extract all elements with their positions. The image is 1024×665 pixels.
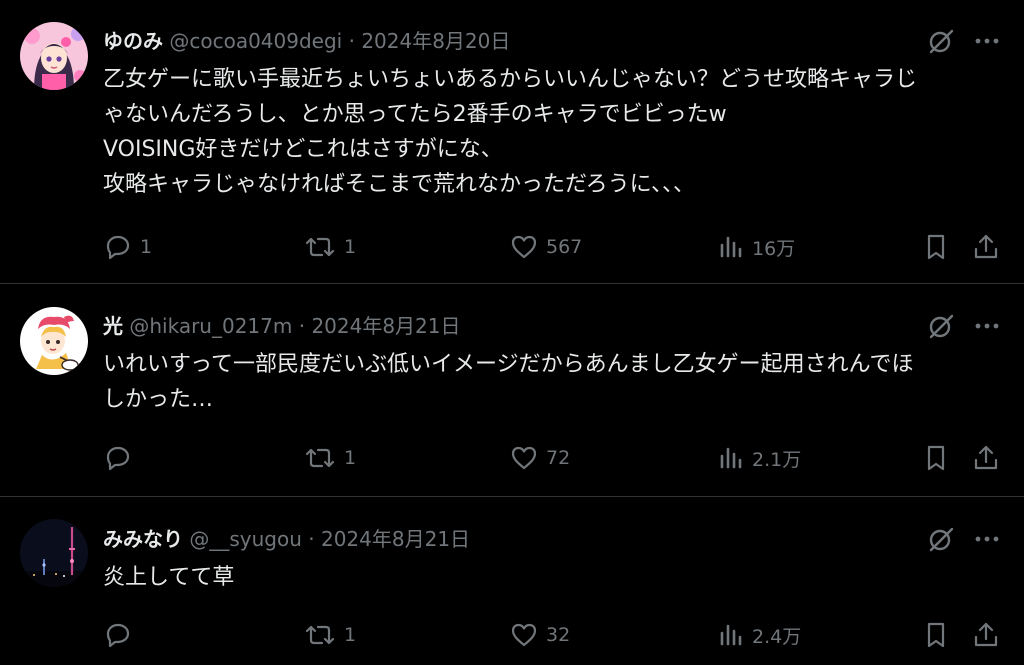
tweet-header: ゆのみ @cocoa0409degi · 2024年8月20日 (103, 28, 510, 54)
bookmark-icon (927, 234, 945, 260)
more-options-icon[interactable] (972, 524, 1002, 554)
repost-count: 1 (344, 447, 357, 469)
like-button[interactable]: 32 (509, 620, 570, 650)
grok-icon[interactable] (926, 524, 956, 554)
tweet-text-line: 乙女ゲーに歌い手最近ちょいちょいあるからいいんじゃない？どうせ攻略キャラじ (103, 67, 918, 92)
avatar[interactable] (20, 519, 88, 587)
like-count: 567 (546, 236, 583, 258)
views-count: 2.4万 (752, 625, 802, 648)
anime-girl-avatar-icon (20, 22, 88, 90)
views-chart-icon (720, 447, 742, 469)
like-count: 32 (546, 624, 571, 646)
share-button[interactable] (971, 232, 1001, 262)
views-count: 2.1万 (752, 448, 802, 471)
bookmark-button[interactable] (921, 232, 951, 262)
share-icon (974, 445, 998, 470)
views-chart-icon (720, 624, 742, 646)
repost-button[interactable]: 1 (303, 443, 356, 473)
tweet-text: いれいすって一部民度だいぶ低いイメージだからあんまし乙女ゲー起用されんでほ しか… (103, 347, 1003, 417)
night-tower-avatar-icon (20, 519, 88, 587)
bookmark-button[interactable] (921, 443, 951, 473)
grok-icon[interactable] (926, 26, 956, 56)
tweet-text-line: 炎上してて草 (103, 565, 235, 590)
display-name[interactable]: みみなり (103, 527, 183, 551)
tweet-header: 光 @hikaru_0217m · 2024年8月21日 (103, 313, 461, 339)
tweet-text-line: ゃないんだろうし、とか思ってたら2番手のキャラでビビったw (103, 102, 727, 127)
heart-icon (511, 623, 537, 647)
views-button[interactable]: 2.4万 (715, 620, 801, 650)
views-button[interactable]: 16万 (715, 232, 795, 262)
tweet-text: 炎上してて草 (103, 560, 1003, 595)
timeline: ゆのみ @cocoa0409degi · 2024年8月20日 乙女ゲーに歌い手… (0, 0, 1024, 665)
tweet-text-line: VOISING好きだけどこれはさすがにな、 (103, 137, 503, 162)
repost-count: 1 (344, 236, 357, 258)
repost-icon (305, 625, 335, 645)
bookmark-icon (927, 445, 945, 471)
separator: · (348, 29, 355, 53)
timestamp[interactable]: 2024年8月20日 (361, 29, 510, 53)
tweet[interactable]: ゆのみ @cocoa0409degi · 2024年8月20日 乙女ゲーに歌い手… (0, 0, 1024, 284)
reply-icon (106, 623, 130, 648)
action-bar: 1 72 2.1万 (103, 443, 1003, 473)
reply-icon (106, 235, 130, 260)
separator: · (308, 527, 315, 551)
tweet[interactable]: 光 @hikaru_0217m · 2024年8月21日 いれいすって一部民度だ… (0, 285, 1024, 497)
tweet-text-line: 攻略キャラじゃなければそこまで荒れなかっただろうに、、、 (103, 172, 696, 197)
like-button[interactable]: 72 (509, 443, 570, 473)
repost-icon (305, 237, 335, 257)
views-count: 16万 (752, 237, 796, 260)
tweet-header: みみなり @__syugou · 2024年8月21日 (103, 526, 470, 552)
grok-icon[interactable] (926, 311, 956, 341)
avatar[interactable] (20, 307, 88, 375)
tweet[interactable]: みみなり @__syugou · 2024年8月21日 炎上してて草 1 32 … (0, 498, 1024, 665)
share-button[interactable] (971, 443, 1001, 473)
views-chart-icon (720, 236, 742, 258)
reply-button[interactable] (103, 443, 140, 473)
tweet-text-line: いれいすって一部民度だいぶ低いイメージだからあんまし乙女ゲー起用されんでほ (103, 352, 914, 377)
like-count: 72 (546, 447, 571, 469)
heart-icon (511, 446, 537, 470)
like-button[interactable]: 567 (509, 232, 582, 262)
bookmark-button[interactable] (921, 620, 951, 650)
handle[interactable]: @hikaru_0217m (129, 314, 292, 338)
share-icon (974, 234, 998, 259)
avatar[interactable] (20, 22, 88, 90)
timestamp[interactable]: 2024年8月21日 (321, 527, 470, 551)
display-name[interactable]: ゆのみ (103, 29, 163, 53)
bookmark-icon (927, 622, 945, 648)
heart-icon (511, 235, 537, 259)
more-options-icon[interactable] (972, 311, 1002, 341)
timestamp[interactable]: 2024年8月21日 (311, 314, 460, 338)
reply-button[interactable]: 1 (103, 232, 152, 262)
repost-button[interactable]: 1 (303, 620, 356, 650)
separator: · (298, 314, 306, 338)
tweet-text-line: しかった… (103, 387, 214, 412)
illustrated-character-avatar-icon (20, 307, 88, 375)
share-button[interactable] (971, 620, 1001, 650)
share-icon (974, 622, 998, 647)
repost-icon (305, 448, 335, 468)
repost-button[interactable]: 1 (303, 232, 356, 262)
display-name[interactable]: 光 (103, 314, 123, 338)
handle[interactable]: @__syugou (189, 527, 302, 551)
reply-count: 1 (140, 236, 153, 258)
reply-icon (106, 446, 130, 471)
handle[interactable]: @cocoa0409degi (169, 29, 342, 53)
tweet-text: 乙女ゲーに歌い手最近ちょいちょいあるからいいんじゃない？どうせ攻略キャラじ ゃな… (103, 62, 1003, 202)
views-button[interactable]: 2.1万 (715, 443, 801, 473)
action-bar: 1 32 2.4万 (103, 620, 1003, 650)
reply-button[interactable] (103, 620, 140, 650)
more-options-icon[interactable] (972, 26, 1002, 56)
action-bar: 1 1 567 16万 (103, 232, 1003, 262)
repost-count: 1 (344, 624, 357, 646)
